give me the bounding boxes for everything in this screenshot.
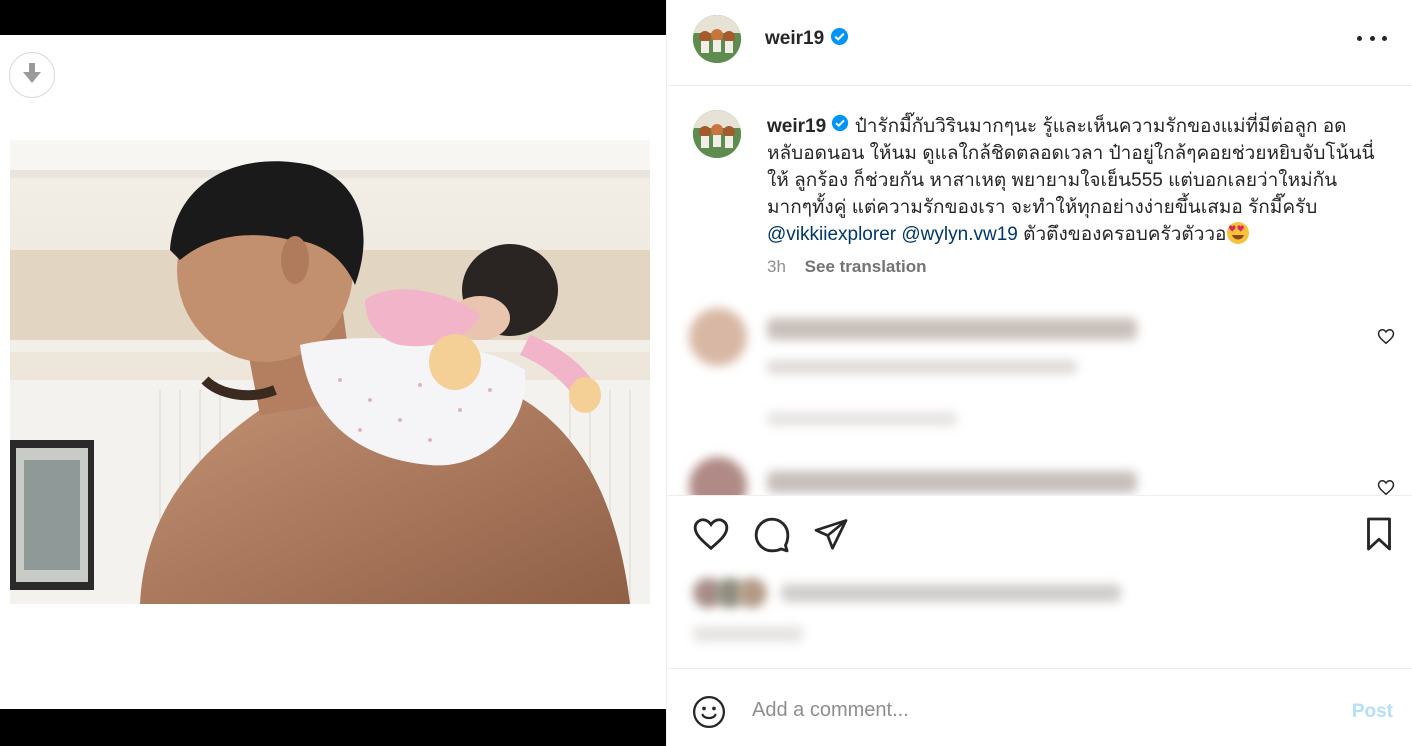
post-actions — [667, 496, 1412, 666]
comment-input[interactable] — [752, 699, 1312, 722]
comments-scroll-area[interactable]: weir19 ป๋ารักมี๊กับวิรินมากๆนะ รู้และเห็… — [667, 87, 1412, 495]
comment-avatar[interactable] — [689, 308, 747, 366]
post-media — [0, 0, 666, 746]
comment-item — [667, 302, 1412, 432]
heart-small-icon[interactable] — [1377, 479, 1395, 495]
avatar[interactable] — [693, 15, 741, 63]
download-icon — [22, 61, 42, 90]
comment-text-blurred — [767, 471, 1137, 493]
post-photo[interactable] — [10, 140, 650, 604]
comment-item — [667, 457, 1412, 495]
more-options-button[interactable] — [1357, 28, 1387, 48]
post-time-blurred — [693, 626, 803, 642]
verified-icon — [830, 27, 849, 51]
letterbox-top — [0, 0, 666, 35]
caption-meta: 3h See translation — [767, 257, 927, 277]
caption-avatar[interactable] — [693, 110, 741, 158]
instagram-post-modal: weir19 weir19 ป๋ารักมี๊กับวิรินมากๆนะ รู… — [0, 0, 1412, 746]
share-icon[interactable] — [813, 516, 849, 557]
comment-text-blurred — [767, 318, 1137, 340]
mention-link[interactable]: @vikkiiexplorer — [767, 224, 896, 245]
heart-small-icon[interactable] — [1377, 328, 1395, 350]
caption-text: ป๋ารักมี๊กับวิรินมากๆนะ รู้และเห็นความรั… — [767, 116, 1375, 219]
emoji-icon[interactable] — [692, 695, 726, 734]
caption-tail: ตัวตึงของครอบครัวตัววอ — [1023, 224, 1227, 246]
caption-username[interactable]: weir19 — [767, 116, 826, 137]
letterbox-bottom — [0, 709, 666, 746]
mention-link[interactable]: @wylyn.vw19 — [901, 224, 1017, 245]
add-comment-bar: Post — [667, 668, 1412, 746]
post-side-panel: weir19 weir19 ป๋ารักมี๊กับวิรินมากๆนะ รู… — [666, 0, 1412, 746]
comment-icon[interactable] — [753, 516, 791, 559]
comment-meta-blurred — [767, 360, 1077, 374]
header-username[interactable]: weir19 — [765, 28, 824, 50]
caption-time: 3h — [767, 257, 786, 276]
post-header: weir19 — [667, 0, 1412, 86]
see-translation-button[interactable]: See translation — [805, 257, 927, 276]
view-replies-blurred[interactable] — [767, 412, 957, 426]
download-button[interactable] — [9, 52, 55, 98]
comment-avatar[interactable] — [689, 457, 747, 495]
post-comment-button[interactable]: Post — [1352, 701, 1393, 723]
more-icon — [1357, 35, 1362, 41]
heart-eyes-emoji-icon — [1226, 222, 1250, 245]
post-caption: weir19 ป๋ารักมี๊กับวิรินมากๆนะ รู้และเห็… — [767, 113, 1377, 248]
heart-icon[interactable] — [692, 516, 730, 557]
verified-icon — [831, 113, 849, 140]
bookmark-icon[interactable] — [1363, 516, 1395, 557]
likes-summary-blurred[interactable] — [693, 578, 1153, 608]
